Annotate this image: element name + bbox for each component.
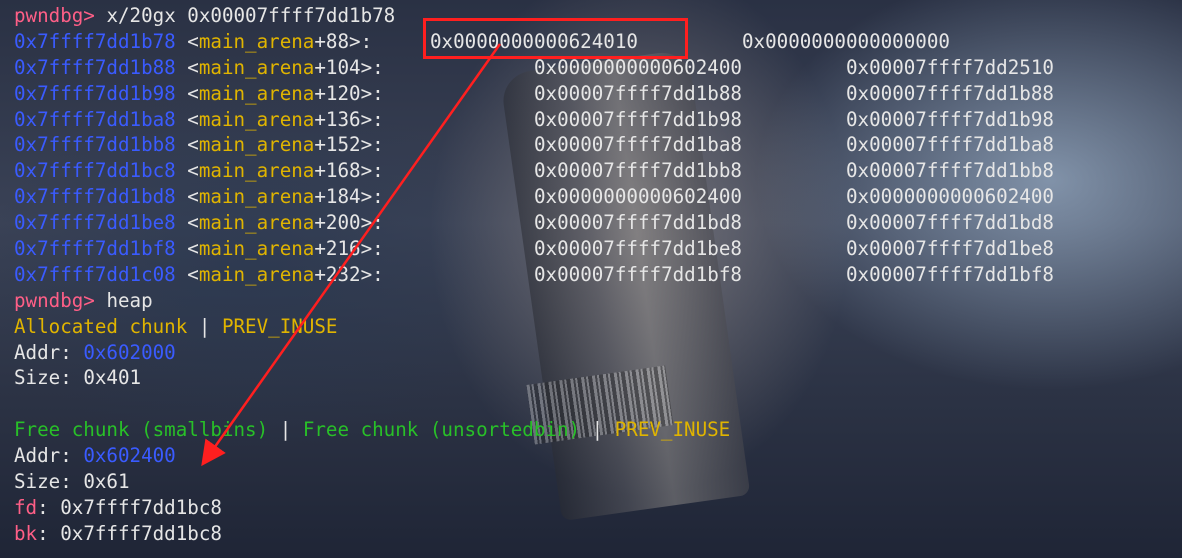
annotation-arrow bbox=[201, 43, 502, 467]
